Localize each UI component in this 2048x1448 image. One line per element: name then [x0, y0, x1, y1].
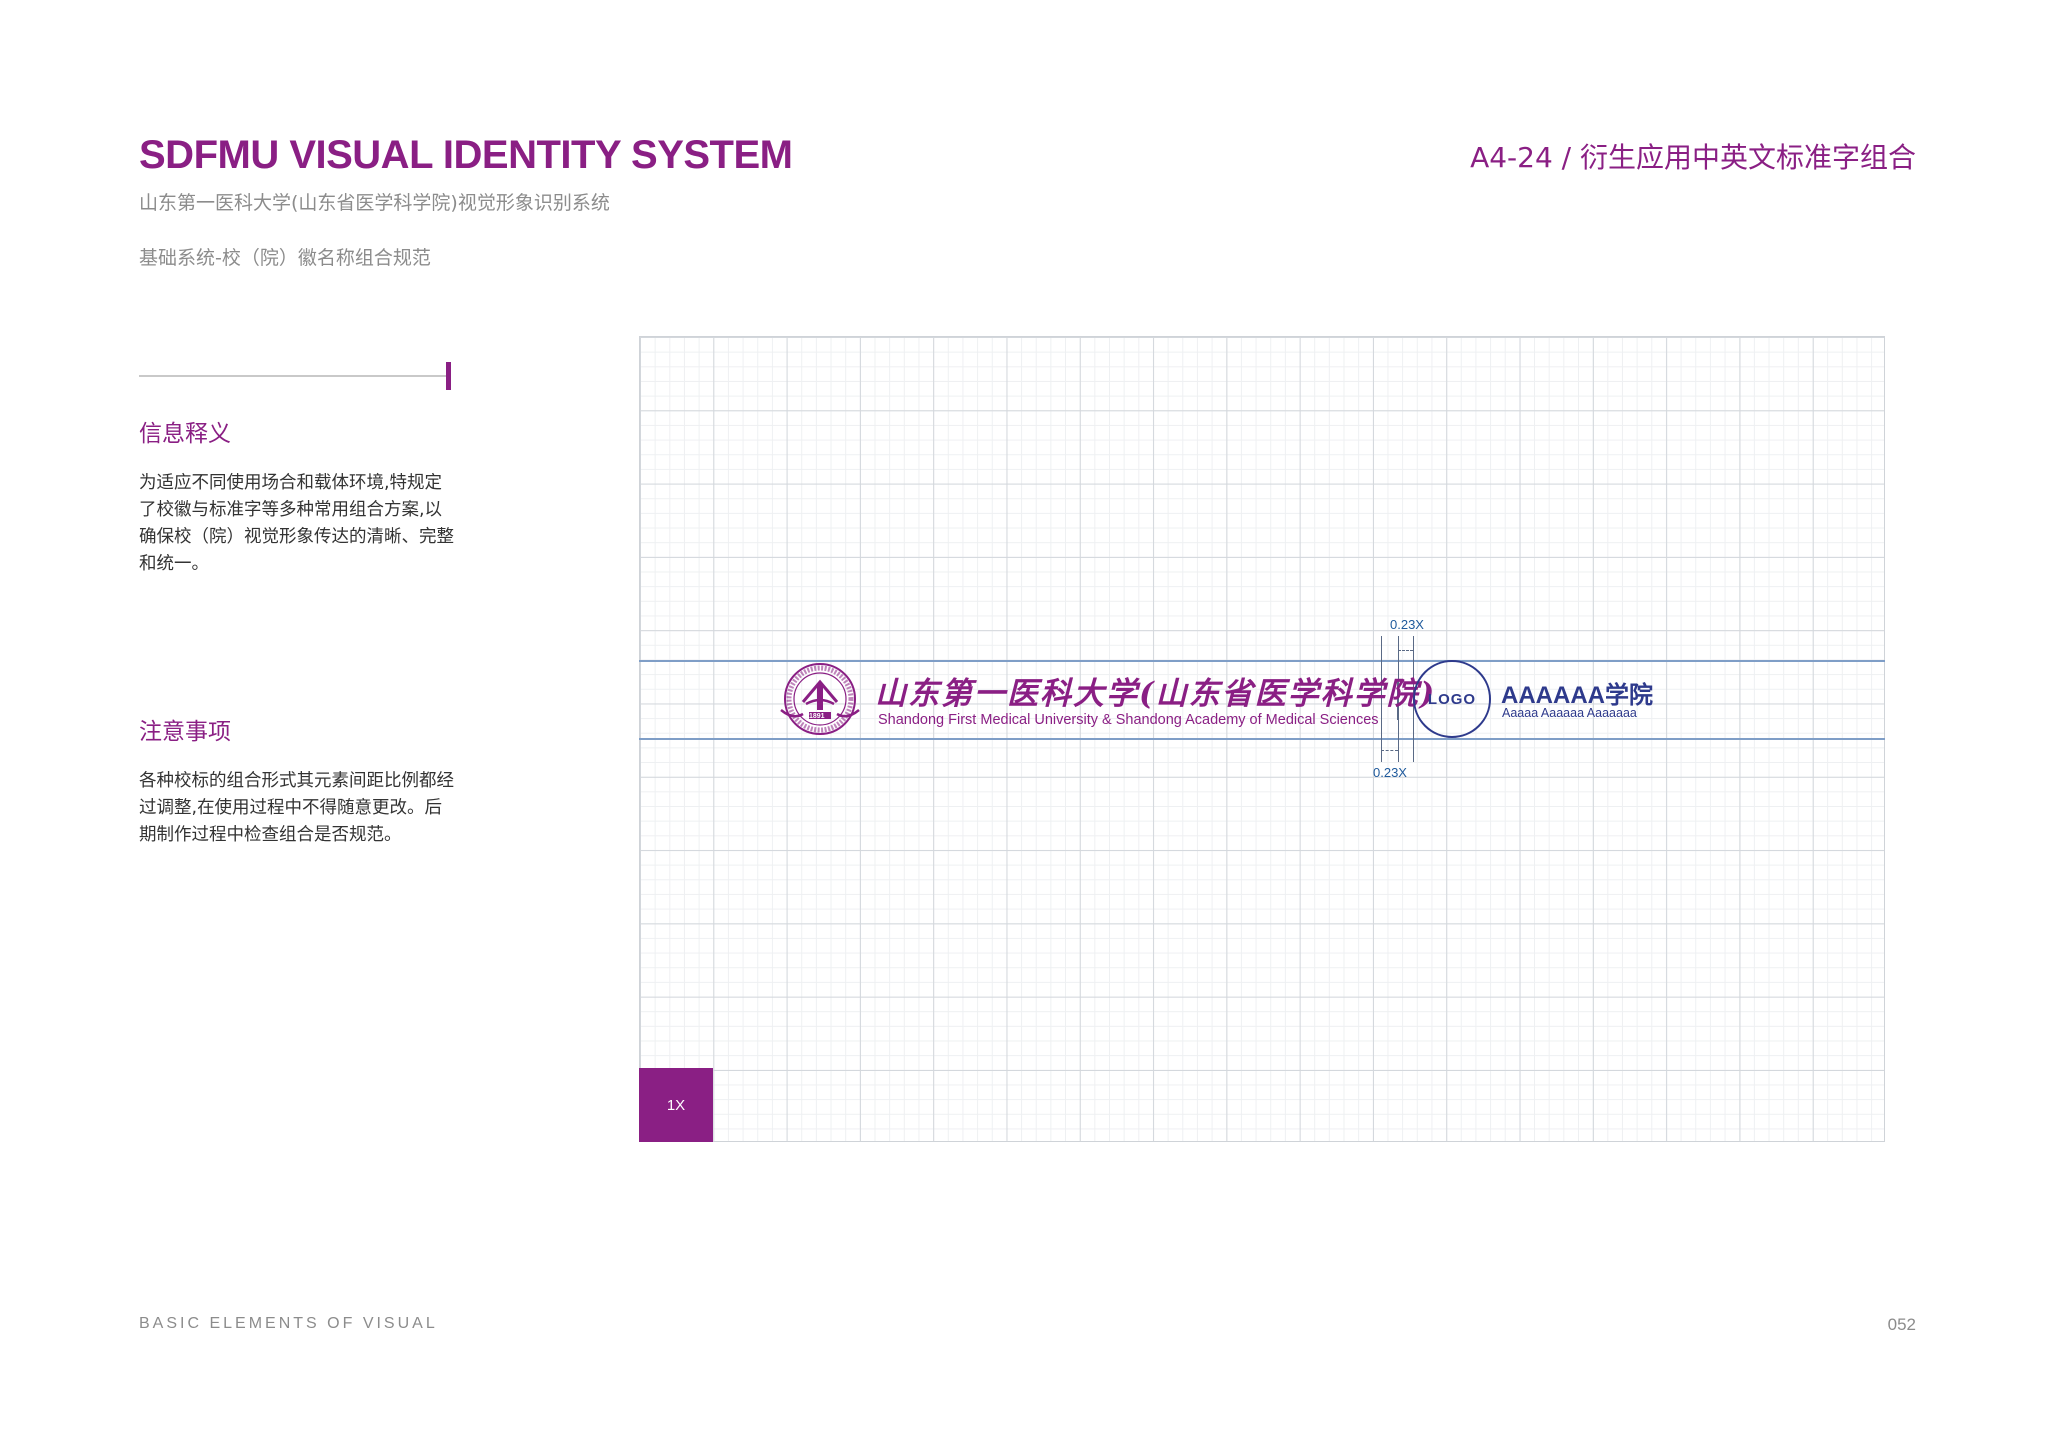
- spacing-dash-top: [1398, 650, 1413, 651]
- info-heading: 信息释义: [139, 421, 231, 447]
- college-logo-placeholder: LOGO: [1413, 660, 1491, 738]
- page-title-en: SDFMU VISUAL IDENTITY SYSTEM: [139, 133, 793, 177]
- college-name-cn: AAAAAA学院: [1501, 682, 1653, 709]
- section-title: 基础系统-校（院）徽名称组合规范: [139, 247, 431, 269]
- university-seal-icon: [780, 663, 860, 735]
- university-name-cn: 山东第一医科大学(山东省医学科学院): [875, 676, 1437, 712]
- note-body: 各种校标的组合形式其元素间距比例都经过调整,在使用过程中不得随意更改。后期制作过…: [139, 771, 454, 845]
- unit-square: 1X: [639, 1068, 713, 1142]
- university-name-en: Shandong First Medical University & Shan…: [878, 712, 1379, 728]
- college-name-en: Aaaaa Aaaaaa Aaaaaaa: [1502, 706, 1637, 720]
- info-body: 为适应不同使用场合和载体环境,特规定了校徽与标准字等多种常用组合方案,以确保校（…: [139, 473, 454, 574]
- page-code: A4-24 / 衍生应用中英文标准字组合: [1470, 141, 1916, 174]
- spacing-dash-bottom: [1381, 750, 1398, 751]
- divider-accent-tick: [446, 362, 451, 390]
- spacing-label-top: 0.23X: [1390, 617, 1424, 632]
- footer-caption: BASIC ELEMENTS OF VISUAL: [139, 1315, 438, 1332]
- note-heading: 注意事项: [139, 719, 231, 745]
- seal-year: 1891: [809, 713, 825, 720]
- spacing-label-bottom: 0.23X: [1373, 765, 1407, 780]
- section-divider: [139, 375, 447, 377]
- page-title-cn: 山东第一医科大学(山东省医学科学院)视觉形象识别系统: [139, 192, 610, 214]
- page-number: 052: [1887, 1315, 1916, 1334]
